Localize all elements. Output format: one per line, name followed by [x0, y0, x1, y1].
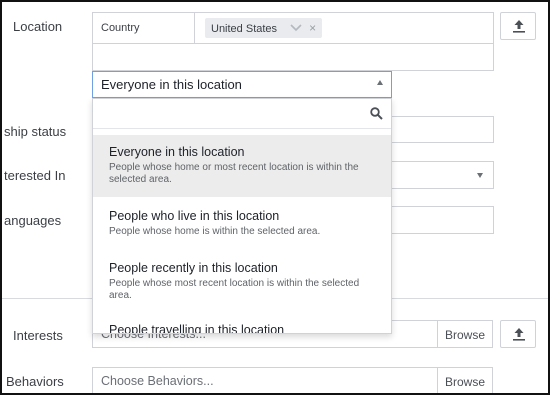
- search-icon: [370, 107, 383, 120]
- location-audience-select[interactable]: Everyone in this location: [92, 71, 392, 98]
- location-token-area[interactable]: United States ×: [195, 13, 493, 44]
- location-tag-label: United States: [211, 23, 278, 35]
- option-title: People recently in this location: [109, 261, 278, 275]
- menu-option-everyone[interactable]: Everyone in this location People whose h…: [93, 135, 391, 197]
- interests-label: Interests: [13, 328, 63, 343]
- relationship-status-input[interactable]: [390, 116, 494, 143]
- option-title: People travelling in this location: [109, 323, 285, 334]
- upload-locations-button[interactable]: [500, 12, 536, 40]
- option-description: People whose most recent location is wit…: [109, 278, 360, 301]
- behaviors-placeholder: Choose Behaviors...: [101, 374, 214, 388]
- languages-input[interactable]: [390, 206, 494, 234]
- option-title: People who live in this location: [109, 209, 280, 223]
- relationship-status-label: ship status: [4, 124, 67, 139]
- chevron-down-icon[interactable]: [290, 24, 302, 35]
- upload-icon: [513, 328, 525, 341]
- location-box: Country United States ×: [92, 12, 494, 71]
- interested-in-select[interactable]: [390, 161, 494, 189]
- menu-option-live[interactable]: People who live in this location People …: [93, 205, 391, 251]
- upload-interests-button[interactable]: [500, 320, 536, 348]
- interests-browse-button[interactable]: Browse: [437, 320, 493, 348]
- languages-label: anguages: [4, 213, 62, 228]
- location-tag[interactable]: United States ×: [205, 18, 323, 38]
- menu-option-travelling[interactable]: People travelling in this location: [93, 323, 391, 334]
- interested-in-label: terested In: [4, 168, 66, 183]
- upload-icon: [513, 20, 525, 33]
- location-audience-selected: Everyone in this location: [101, 77, 242, 92]
- behaviors-input[interactable]: Choose Behaviors...: [92, 367, 438, 393]
- option-description: People whose home or most recent locatio…: [109, 162, 359, 185]
- behaviors-browse-button[interactable]: Browse: [437, 367, 493, 393]
- menu-search-field[interactable]: [93, 99, 391, 129]
- option-description: People whose home is within the selected…: [109, 226, 321, 237]
- behaviors-label: Behaviors: [6, 374, 64, 389]
- location-audience-menu: Everyone in this location People whose h…: [92, 98, 392, 334]
- remove-tag-icon[interactable]: ×: [309, 21, 316, 35]
- caret-down-icon: [477, 173, 483, 178]
- menu-option-recent[interactable]: People recently in this location People …: [93, 257, 391, 309]
- location-label: Location: [13, 19, 63, 34]
- location-type-select[interactable]: Country: [93, 13, 195, 44]
- option-title: Everyone in this location: [109, 145, 245, 159]
- caret-up-icon: [377, 80, 383, 85]
- audience-form: Location ship status terested In anguage…: [0, 0, 550, 395]
